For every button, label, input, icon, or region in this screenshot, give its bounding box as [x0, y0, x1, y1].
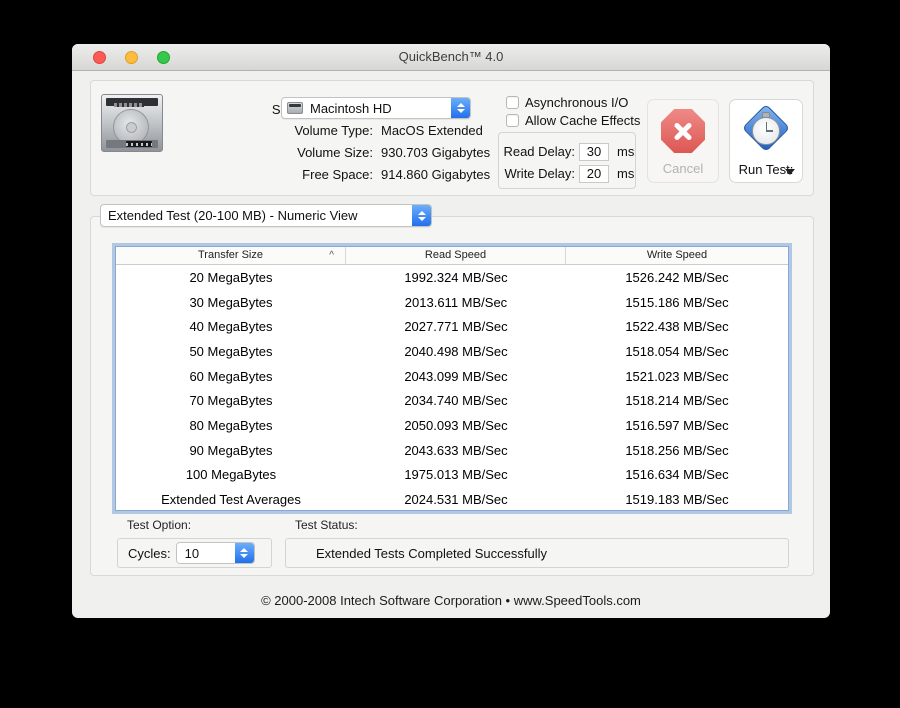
- write-speed-cell: 1521.023 MB/Sec: [625, 368, 729, 384]
- test-status-label: Test Status:: [295, 518, 358, 532]
- cache-effects-label: Allow Cache Effects: [525, 112, 641, 128]
- table-row[interactable]: 20 MegaBytes 1992.324 MB/Sec 1526.242 MB…: [116, 265, 788, 290]
- write-speed-cell: 1516.634 MB/Sec: [625, 467, 729, 483]
- table-header-row: Transfer Size ^ Read Speed Write Speed: [116, 247, 788, 265]
- read-speed-cell: 2013.611 MB/Sec: [404, 294, 508, 310]
- read-speed-cell: 2050.093 MB/Sec: [404, 417, 508, 433]
- transfer-size-cell: 30 MegaBytes: [189, 294, 273, 310]
- app-window: QuickBench™ 4.0 Selected Volume: Macinto…: [72, 44, 830, 618]
- column-header-label: Read Speed: [424, 249, 487, 261]
- run-test-button[interactable]: Run Test:: [729, 99, 803, 183]
- transfer-size-cell: 100 MegaBytes: [185, 467, 277, 483]
- table-row[interactable]: 100 MegaBytes 1975.013 MB/Sec 1516.634 M…: [116, 463, 788, 488]
- run-test-dropdown-icon: [785, 169, 795, 175]
- hard-drive-icon: [101, 94, 163, 152]
- column-header-transfer-size[interactable]: Transfer Size ^: [116, 247, 346, 264]
- volume-type-label: Volume Type:: [294, 123, 373, 138]
- test-option-box: Cycles:: [117, 538, 272, 568]
- test-option-label: Test Option:: [127, 518, 192, 532]
- volume-settings-panel: Selected Volume: Macintosh HD Volume Typ…: [90, 80, 814, 196]
- volume-size-label: Volume Size:: [297, 145, 373, 160]
- cache-effects-checkbox[interactable]: [506, 113, 519, 127]
- cancel-stop-icon: [661, 109, 705, 153]
- read-speed-cell: 2034.740 MB/Sec: [404, 393, 508, 409]
- title-bar[interactable]: QuickBench™ 4.0: [72, 44, 830, 71]
- read-speed-cell: 1992.324 MB/Sec: [404, 269, 508, 285]
- stopwatch-diamond-icon: [741, 103, 791, 154]
- async-io-checkbox[interactable]: [506, 95, 519, 109]
- read-speed-cell: 2043.099 MB/Sec: [404, 368, 508, 384]
- write-speed-cell: 1518.256 MB/Sec: [625, 442, 729, 458]
- read-speed-cell: 2040.498 MB/Sec: [404, 343, 508, 359]
- transfer-size-cell: Extended Test Averages: [161, 492, 301, 508]
- volume-type-value: MacOS Extended: [381, 123, 483, 138]
- write-delay-label: Write Delay:: [504, 166, 575, 181]
- test-type-popup[interactable]: Extended Test (20-100 MB) - Numeric View: [100, 204, 432, 227]
- table-row[interactable]: 70 MegaBytes 2034.740 MB/Sec 1518.214 MB…: [116, 388, 788, 413]
- popup-stepper-icon: [412, 205, 431, 226]
- test-status-value: Extended Tests Completed Successfully: [316, 545, 547, 561]
- write-speed-cell: 1519.183 MB/Sec: [625, 492, 729, 508]
- benchmark-results-table: Transfer Size ^ Read Speed Write Speed 2…: [115, 246, 789, 511]
- free-space-value: 914.860 Gigabytes: [381, 167, 491, 182]
- cache-effects-checkbox-row: Allow Cache Effects: [506, 112, 640, 128]
- write-speed-cell: 1526.242 MB/Sec: [625, 269, 729, 285]
- test-status-box: Extended Tests Completed Successfully: [285, 538, 789, 568]
- table-row[interactable]: 50 MegaBytes 2040.498 MB/Sec 1518.054 MB…: [116, 339, 788, 364]
- transfer-size-cell: 40 MegaBytes: [189, 319, 273, 335]
- desktop-background: QuickBench™ 4.0 Selected Volume: Macinto…: [0, 0, 900, 708]
- column-header-label: Transfer Size: [197, 249, 263, 261]
- sort-ascending-icon: ^: [329, 250, 334, 261]
- transfer-size-cell: 80 MegaBytes: [189, 417, 273, 433]
- read-delay-unit: ms: [617, 144, 635, 159]
- popup-stepper-icon: [451, 98, 470, 118]
- write-speed-cell: 1516.597 MB/Sec: [625, 417, 729, 433]
- async-io-label: Asynchronous I/O: [525, 94, 629, 110]
- read-speed-cell: 2043.633 MB/Sec: [404, 442, 508, 458]
- volume-disk-icon: [287, 102, 303, 114]
- delay-settings-box: Read Delay: ms Write Delay: ms: [498, 132, 636, 189]
- write-speed-cell: 1518.054 MB/Sec: [625, 343, 729, 359]
- transfer-size-cell: 20 MegaBytes: [189, 269, 273, 285]
- transfer-size-cell: 70 MegaBytes: [189, 393, 273, 409]
- column-header-read-speed[interactable]: Read Speed: [346, 247, 566, 264]
- table-row[interactable]: 80 MegaBytes 2050.093 MB/Sec 1516.597 MB…: [116, 413, 788, 438]
- cycles-input[interactable]: [176, 543, 235, 563]
- async-io-checkbox-row: Asynchronous I/O: [506, 94, 628, 110]
- read-speed-cell: 2027.771 MB/Sec: [404, 319, 508, 335]
- transfer-size-cell: 90 MegaBytes: [189, 442, 273, 458]
- free-space-label: Free Space:: [302, 167, 373, 182]
- read-speed-cell: 2024.531 MB/Sec: [404, 492, 508, 508]
- table-row[interactable]: 40 MegaBytes 2027.771 MB/Sec 1522.438 MB…: [116, 314, 788, 339]
- table-row[interactable]: Extended Test Averages 2024.531 MB/Sec 1…: [116, 487, 788, 512]
- column-header-write-speed[interactable]: Write Speed: [566, 247, 788, 264]
- selected-volume-value: Macintosh HD: [310, 100, 392, 116]
- table-row[interactable]: 90 MegaBytes 2043.633 MB/Sec 1518.256 MB…: [116, 438, 788, 463]
- column-header-label: Write Speed: [646, 249, 708, 261]
- write-speed-cell: 1522.438 MB/Sec: [625, 319, 729, 335]
- window-title: QuickBench™ 4.0: [398, 49, 504, 64]
- read-delay-label: Read Delay:: [503, 144, 575, 159]
- write-delay-input[interactable]: [579, 164, 609, 183]
- write-speed-cell: 1515.186 MB/Sec: [625, 294, 729, 310]
- test-type-value: Extended Test (20-100 MB) - Numeric View: [108, 208, 358, 223]
- cancel-button-label: Cancel: [662, 161, 704, 176]
- write-speed-cell: 1518.214 MB/Sec: [625, 393, 729, 409]
- transfer-size-cell: 50 MegaBytes: [189, 343, 273, 359]
- footer-copyright: © 2000-2008 Intech Software Corporation …: [261, 593, 641, 608]
- cancel-button[interactable]: Cancel: [647, 99, 719, 183]
- table-body: 20 MegaBytes 1992.324 MB/Sec 1526.242 MB…: [116, 265, 788, 512]
- cycles-label: Cycles:: [128, 545, 171, 561]
- transfer-size-cell: 60 MegaBytes: [189, 368, 273, 384]
- selected-volume-popup[interactable]: Macintosh HD: [281, 97, 471, 119]
- volume-size-value: 930.703 Gigabytes: [381, 145, 491, 160]
- write-delay-unit: ms: [617, 166, 635, 181]
- table-row[interactable]: 30 MegaBytes 2013.611 MB/Sec 1515.186 MB…: [116, 290, 788, 315]
- cycles-combo[interactable]: [175, 542, 255, 564]
- table-row[interactable]: 60 MegaBytes 2043.099 MB/Sec 1521.023 MB…: [116, 364, 788, 389]
- read-delay-input[interactable]: [579, 142, 609, 161]
- read-speed-cell: 1975.013 MB/Sec: [404, 467, 508, 483]
- cycles-stepper-icon: [234, 543, 254, 563]
